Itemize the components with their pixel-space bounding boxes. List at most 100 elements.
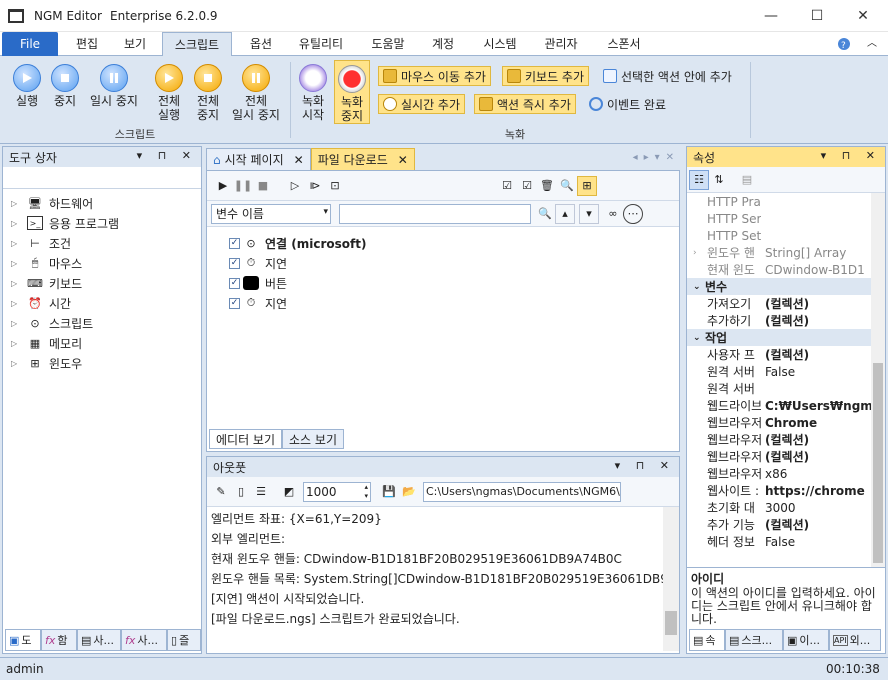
ribbon-collapse-button[interactable]: ︿ bbox=[860, 32, 884, 56]
menu-system[interactable]: 시스템 bbox=[472, 32, 528, 56]
record-start-button[interactable]: 녹화 시작 bbox=[296, 64, 330, 122]
search-icon[interactable]: 🔍 bbox=[535, 204, 555, 224]
expand-icon[interactable]: ▷ bbox=[11, 239, 19, 248]
menu-options[interactable]: 옵션 bbox=[238, 32, 284, 56]
list-item[interactable]: ✓ ⏱ 지연 bbox=[229, 293, 679, 313]
category-work[interactable]: ⌄ 작업 bbox=[687, 329, 885, 346]
play-icon[interactable]: ▶ bbox=[213, 176, 233, 196]
checkbox[interactable]: ✓ bbox=[229, 277, 240, 289]
log-path-field[interactable]: C:\Users\ngmas\Documents\NGM6\ bbox=[423, 481, 621, 502]
menu-file[interactable]: File bbox=[2, 32, 58, 56]
close-button[interactable]: ✕ bbox=[840, 0, 886, 32]
save-icon[interactable]: 💾 bbox=[379, 482, 399, 502]
tab-function[interactable]: fx 함 bbox=[41, 629, 77, 651]
tab-nav-controls[interactable]: ◂▸▾✕ bbox=[633, 148, 680, 170]
add-mouse-move-button[interactable]: 마우스 이동 추가 bbox=[378, 66, 491, 86]
close-tab-icon[interactable]: ✕ bbox=[398, 153, 408, 167]
run-selected-icon[interactable]: ⊡ bbox=[325, 176, 345, 196]
expand-icon[interactable]: ▷ bbox=[11, 219, 19, 228]
pause-icon[interactable]: ❚❚ bbox=[233, 176, 253, 196]
property-row[interactable]: 웹브라우저 Chrome bbox=[687, 414, 885, 431]
step-icon[interactable]: ▷ bbox=[285, 176, 305, 196]
property-row[interactable]: 웹브라우저 (컬렉션) bbox=[687, 448, 885, 465]
checkbox[interactable]: ✓ bbox=[229, 257, 240, 269]
menu-help[interactable]: 도움말 bbox=[360, 32, 416, 56]
clear-output-icon[interactable]: ✎ bbox=[211, 482, 231, 502]
expand-icon[interactable]: ▷ bbox=[11, 359, 19, 368]
list-icon[interactable]: ☰ bbox=[251, 482, 271, 502]
immediate-add-button[interactable]: 액션 즉시 추가 bbox=[474, 94, 576, 114]
property-row[interactable]: 추가 기능 (컬렉션) bbox=[687, 516, 885, 533]
scrollbar-thumb[interactable] bbox=[665, 611, 677, 635]
move-down-icon[interactable]: ▾ bbox=[579, 203, 599, 224]
category-variables[interactable]: ⌄ 변수 bbox=[687, 278, 885, 295]
property-row[interactable]: 가져오기 (컬렉션) bbox=[687, 295, 885, 312]
tree-item-time[interactable]: ▷ ⏰ 시간 bbox=[11, 293, 201, 313]
tab-toolbox[interactable]: ▣ 도 bbox=[5, 629, 41, 651]
help-icon[interactable]: ? bbox=[836, 37, 852, 51]
run-all-button[interactable]: 전체 실행 bbox=[150, 64, 188, 122]
tab-start-page[interactable]: ⌂ 시작 페이지 ✕ bbox=[206, 148, 311, 170]
expand-icon[interactable]: ▷ bbox=[11, 299, 19, 308]
panel-controls[interactable]: ▾ ⊓ ✕ bbox=[615, 459, 675, 472]
property-scrollbar[interactable] bbox=[871, 193, 885, 567]
minimize-button[interactable]: — bbox=[748, 0, 794, 32]
expand-icon[interactable]: ▷ bbox=[11, 279, 19, 288]
stop-button[interactable]: 중지 bbox=[48, 64, 82, 108]
infinity-icon[interactable]: ∞ bbox=[603, 204, 623, 224]
list-item[interactable]: ✓ ⊙ 연결 (microsoft) bbox=[229, 233, 679, 253]
property-row[interactable]: 웹드라이브 C:₩Users₩ngm bbox=[687, 397, 885, 414]
tab-favorites[interactable]: ▯ 즐 bbox=[167, 629, 201, 651]
menu-edit[interactable]: 편집 bbox=[64, 32, 110, 56]
checkbox[interactable]: ✓ bbox=[229, 237, 240, 249]
check-icon[interactable]: ☑ bbox=[517, 176, 537, 196]
collapse-icon[interactable]: ⌄ bbox=[687, 333, 705, 343]
tab-editor-view[interactable]: 에디터 보기 bbox=[209, 429, 283, 449]
menu-view[interactable]: 보기 bbox=[112, 32, 158, 56]
new-file-icon[interactable]: ▯ bbox=[231, 482, 251, 502]
tree-item-script[interactable]: ▷ ⊙ 스크립트 bbox=[11, 313, 201, 333]
tree-item-memory[interactable]: ▷ ▦ 메모리 bbox=[11, 333, 201, 353]
property-row[interactable]: 추가하기 (컬렉션) bbox=[687, 312, 885, 329]
menu-script[interactable]: 스크립트 bbox=[162, 32, 232, 57]
pause-button[interactable]: 일시 중지 bbox=[86, 64, 142, 108]
menu-sponsor[interactable]: 스폰서 bbox=[596, 32, 652, 56]
checkbox[interactable]: ✓ bbox=[229, 297, 240, 309]
property-row[interactable]: 웹브라우저 (컬렉션) bbox=[687, 431, 885, 448]
check-all-icon[interactable]: ☑ bbox=[497, 176, 517, 196]
tab-source-view[interactable]: 소스 보기 bbox=[282, 429, 344, 449]
tab-user-function[interactable]: fx 사... bbox=[121, 629, 167, 651]
stop-icon[interactable]: ■ bbox=[253, 176, 273, 196]
tree-item-hardware[interactable]: ▷ 🖥 하드웨어 bbox=[11, 193, 201, 213]
categorized-icon[interactable]: ☷ bbox=[689, 169, 709, 190]
variable-search-input[interactable] bbox=[339, 203, 531, 224]
tab-file-download[interactable]: 파일 다운로드 ✕ bbox=[310, 148, 415, 170]
tree-item-window[interactable]: ▷ ⊞ 윈도우 bbox=[11, 353, 201, 373]
add-in-selected-action-button[interactable]: 선택한 액션 안에 추가 bbox=[598, 66, 737, 86]
property-row[interactable]: 현재 윈도 CDwindow-B1D1 bbox=[687, 261, 885, 278]
expand-icon[interactable]: ▷ bbox=[11, 319, 19, 328]
property-row[interactable]: › 윈도우 핸 String[] Array bbox=[687, 244, 885, 261]
tree-item-condition[interactable]: ▷ ⊢ 조건 bbox=[11, 233, 201, 253]
more-icon[interactable]: ⋯ bbox=[623, 203, 643, 224]
expand-icon[interactable]: ▷ bbox=[11, 259, 19, 268]
tab-properties[interactable]: ▤ 속 bbox=[689, 629, 725, 651]
property-row[interactable]: 원격 서버 False bbox=[687, 363, 885, 380]
tab-external[interactable]: API 외... bbox=[829, 629, 881, 651]
realtime-add-button[interactable]: 실시간 추가 bbox=[378, 94, 466, 114]
tree-item-keyboard[interactable]: ▷ ⌨ 키보드 bbox=[11, 273, 201, 293]
variable-select[interactable]: 변수 이름 ▾ bbox=[211, 203, 331, 224]
interval-stepper[interactable]: 1000 ▴ ▾ bbox=[303, 481, 371, 502]
folder-icon[interactable]: 📂 bbox=[399, 482, 419, 502]
menu-account[interactable]: 계정 bbox=[420, 32, 466, 56]
pause-all-button[interactable]: 전체 일시 중지 bbox=[228, 64, 284, 122]
tree-item-mouse[interactable]: ▷ 🖱 마우스 bbox=[11, 253, 201, 273]
stepper-arrows-icon[interactable]: ▴ ▾ bbox=[364, 483, 368, 501]
tab-script[interactable]: ▤ 스크... bbox=[725, 629, 783, 651]
tab-user[interactable]: ▤ 사... bbox=[77, 629, 121, 651]
close-tab-icon[interactable]: ✕ bbox=[294, 153, 304, 167]
property-row[interactable]: HTTP Pra bbox=[687, 193, 885, 210]
expand-icon[interactable]: › bbox=[693, 248, 701, 258]
stop-all-button[interactable]: 전체 중지 bbox=[190, 64, 226, 122]
move-up-icon[interactable]: ▴ bbox=[555, 203, 575, 224]
